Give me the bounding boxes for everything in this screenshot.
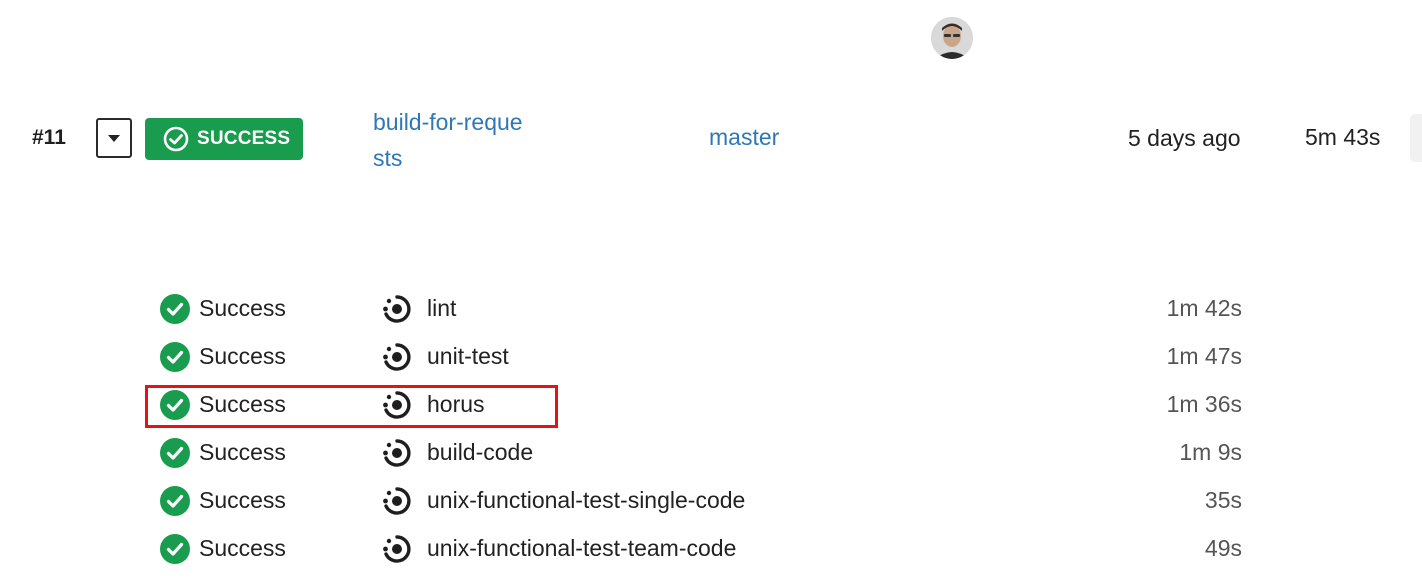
job-name[interactable]: build-code (427, 439, 533, 466)
job-duration: 1m 42s (1166, 295, 1242, 321)
job-status: Success (199, 295, 286, 321)
job-status: Success (199, 535, 286, 561)
job-name[interactable]: unix-functional-test-team-code (427, 535, 736, 562)
job-duration: 1m 36s (1166, 391, 1242, 417)
job-target-icon (383, 295, 411, 323)
status-badge[interactable]: SUCCESS (145, 118, 303, 160)
job-row-unix-functional-test-team-code[interactable]: Success unix-functional-test-team-code 4… (0, 525, 1422, 573)
target-branch-link[interactable]: master (709, 124, 779, 151)
user-avatar-icon (931, 17, 973, 59)
job-duration: 35s (1204, 487, 1242, 513)
check-circle-icon (160, 342, 190, 372)
job-row-lint[interactable]: Success lint 1m 42s (0, 285, 1422, 333)
actions-panel-edge[interactable] (1410, 114, 1422, 162)
job-duration: 1m 47s (1166, 343, 1242, 369)
job-name[interactable]: unit-test (427, 343, 509, 370)
job-duration: 1m 9s (1179, 439, 1242, 465)
build-duration: 5m 43s (1305, 124, 1381, 150)
highlight-annotation (145, 385, 558, 428)
check-circle-icon (160, 438, 190, 468)
job-name[interactable]: unix-functional-test-single-code (427, 487, 745, 514)
job-target-icon (383, 343, 411, 371)
avatar[interactable] (931, 17, 973, 59)
job-target-icon (383, 535, 411, 563)
build-number: #11 (32, 126, 66, 149)
check-circle-icon (160, 534, 190, 564)
chevron-down-icon (108, 134, 120, 142)
expand-jobs-button[interactable] (96, 118, 132, 158)
job-target-icon (383, 439, 411, 467)
job-row-build-code[interactable]: Success build-code 1m 9s (0, 429, 1422, 477)
check-circle-icon (160, 486, 190, 516)
branch-link[interactable]: build-for-requests (373, 104, 523, 176)
job-row-unix-functional-test-single-code[interactable]: Success unix-functional-test-single-code… (0, 477, 1422, 525)
job-duration: 49s (1204, 535, 1242, 561)
job-status: Success (199, 343, 286, 369)
job-name[interactable]: lint (427, 295, 456, 322)
job-status: Success (199, 439, 286, 465)
check-circle-icon (160, 294, 190, 324)
job-target-icon (383, 487, 411, 515)
job-status: Success (199, 487, 286, 513)
status-badge-label: SUCCESS (197, 128, 291, 149)
job-row-unit-test[interactable]: Success unit-test 1m 47s (0, 333, 1422, 381)
build-time-ago: 5 days ago (1128, 125, 1241, 151)
check-circle-icon (163, 126, 189, 152)
